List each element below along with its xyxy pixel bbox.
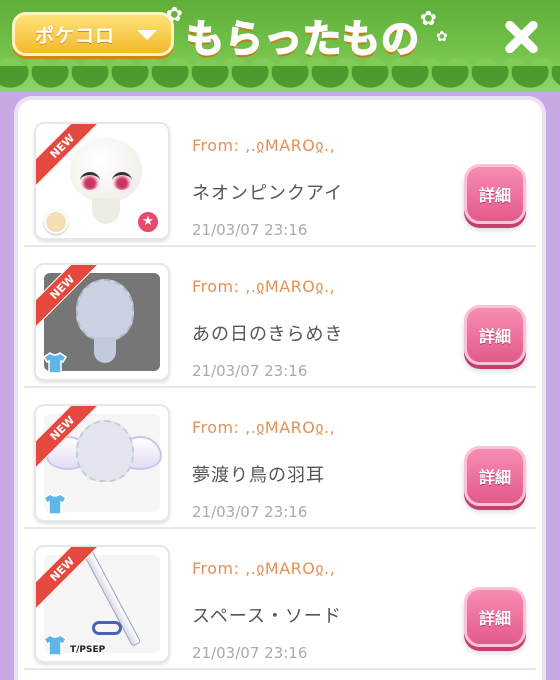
sender-text: From: ,.ჲMAROჲ., <box>192 559 336 578</box>
clothing-icon <box>42 352 68 374</box>
item-tag: T/PSEP <box>70 645 106 655</box>
list-item: NEW From: ,.ჲMAROჲ., 夢渡り鳥の羽耳 21/03/07 23… <box>24 388 536 529</box>
chevron-down-icon <box>137 30 157 40</box>
list-item: NEW From: ,.ჲMAROჲ., あの日のきらめき 21/03/07 2… <box>24 247 536 388</box>
pokemon-face-icon <box>44 210 68 234</box>
close-icon[interactable] <box>498 14 544 60</box>
item-image <box>92 198 120 224</box>
sender-text: From: ,.ჲMAROჲ., <box>192 277 336 296</box>
received-date: 21/03/07 23:16 <box>192 644 308 662</box>
sword-hilt-graphic <box>92 621 122 635</box>
header-bar: ポケコロ ✿ もらったもの ✿ ✿ <box>0 0 560 92</box>
star-icon: ★ <box>136 210 160 234</box>
item-image <box>70 138 142 202</box>
detail-button[interactable]: 詳細 <box>464 164 526 224</box>
received-date: 21/03/07 23:16 <box>192 503 308 521</box>
item-name: 夢渡り鳥の羽耳 <box>192 465 325 486</box>
item-image <box>94 337 116 363</box>
detail-button[interactable]: 詳細 <box>464 446 526 506</box>
eye-graphic <box>80 172 100 190</box>
received-date: 21/03/07 23:16 <box>192 221 308 239</box>
detail-button[interactable]: 詳細 <box>464 305 526 365</box>
sender-text: From: ,.ჲMAROჲ., <box>192 418 336 437</box>
eye-graphic <box>112 172 132 190</box>
item-name: スペース・ソード <box>192 606 342 627</box>
detail-button[interactable]: 詳細 <box>464 587 526 647</box>
clothing-icon <box>42 493 68 515</box>
sender-text: From: ,.ჲMAROჲ., <box>192 136 336 155</box>
flower-icon: ✿ <box>420 6 437 30</box>
item-thumbnail[interactable]: NEW T/PSEP <box>34 545 170 663</box>
page-title: もらったもの <box>185 16 421 62</box>
detail-button-label: 詳細 <box>478 327 511 346</box>
list-item: NEW T/PSEP From: ,.ჲMAROჲ., スペース・ソード 21/… <box>24 529 536 670</box>
flower-icon: ✿ <box>436 29 448 45</box>
item-image <box>76 420 134 482</box>
detail-button-label: 詳細 <box>478 609 511 628</box>
detail-button-label: 詳細 <box>478 468 511 487</box>
item-name: あの日のきらめき <box>192 324 344 345</box>
item-thumbnail[interactable]: NEW <box>34 404 170 522</box>
item-name: ネオンピンクアイ <box>192 183 344 204</box>
flower-icon: ✿ <box>166 2 183 26</box>
pokecoro-dropdown-button[interactable]: ポケコロ <box>12 12 174 56</box>
pokecoro-label: ポケコロ <box>35 24 116 47</box>
item-image <box>76 279 134 341</box>
received-items-list[interactable]: NEW ★ From: ,.ჲMAROჲ., ネオンピンクアイ 21/03/07… <box>14 96 546 680</box>
received-date: 21/03/07 23:16 <box>192 362 308 380</box>
list-item: NEW ★ From: ,.ჲMAROჲ., ネオンピンクアイ 21/03/07… <box>24 106 536 247</box>
clothing-icon <box>42 634 68 656</box>
detail-button-label: 詳細 <box>478 186 511 205</box>
leaf-decoration <box>0 66 560 92</box>
item-thumbnail[interactable]: NEW <box>34 263 170 381</box>
item-thumbnail[interactable]: NEW ★ <box>34 122 170 240</box>
